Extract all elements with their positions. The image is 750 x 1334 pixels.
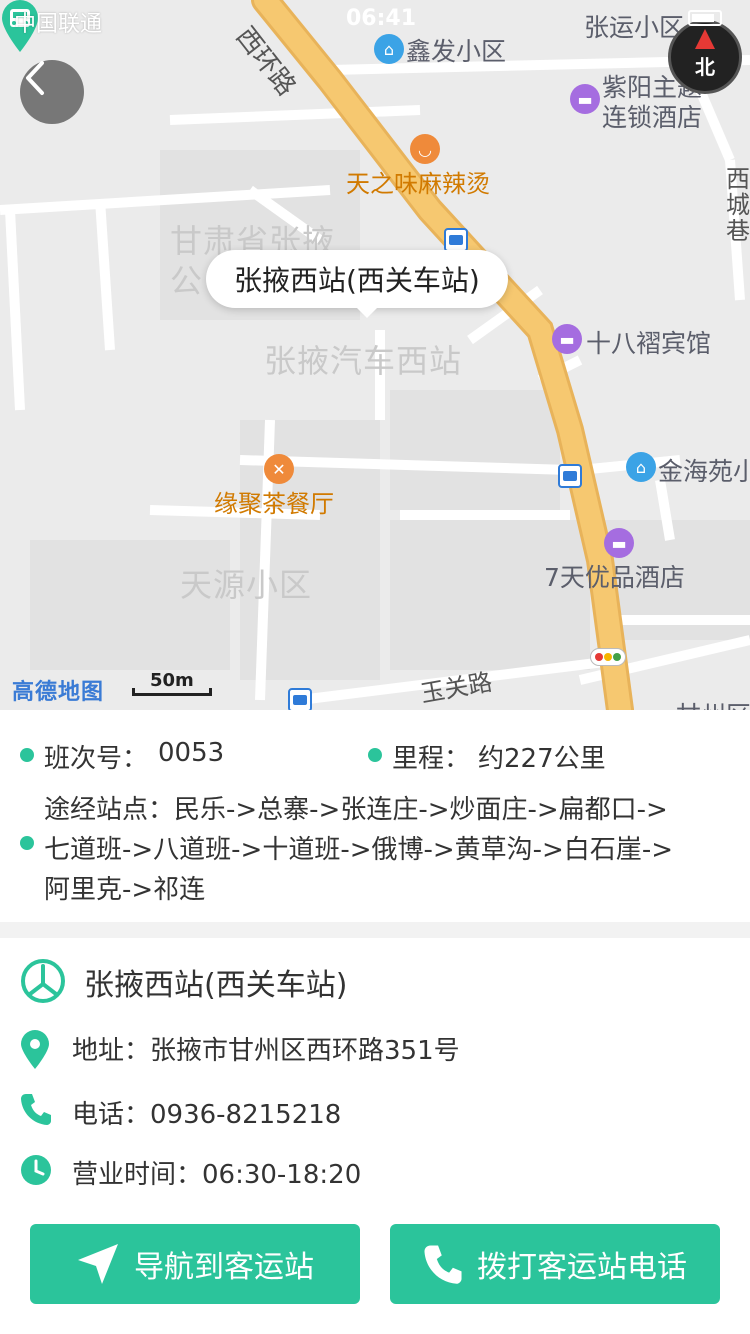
- poi-tianzhiwei[interactable]: 天之味麻辣烫: [346, 164, 490, 199]
- fork-knife-icon: ✕: [264, 454, 294, 484]
- poi-jinhaiyuan[interactable]: 金海苑小: [658, 452, 750, 488]
- route-line-2: 七道班->八道班->十道班->俄博->黄草沟->白石崖->: [44, 835, 674, 865]
- hotel-icon: ▬: [604, 528, 634, 558]
- poi-shibazhe[interactable]: 十八褶宾馆: [586, 324, 711, 360]
- battery-icon: [688, 10, 722, 26]
- hotel-icon: ▬: [552, 324, 582, 354]
- bullet-icon: [20, 748, 34, 762]
- scale-bar: 50m: [132, 670, 214, 698]
- hotel-icon: ▬: [570, 84, 600, 114]
- bus-stop-icon[interactable]: [288, 688, 312, 710]
- clock-icon: [21, 1155, 51, 1185]
- compass-north-label: 北: [695, 54, 715, 79]
- area-label-bus-station: 张掖汽车西站: [264, 342, 463, 380]
- station-address[interactable]: 地址：张掖市甘州区西环路351号: [72, 1030, 460, 1067]
- route-line-3: 阿里克->祁连: [44, 875, 206, 905]
- route-line-1: 途经站点：民乐->总寨->张连庄->炒面庄->扁都口->: [44, 795, 668, 825]
- bullet-icon: [20, 836, 34, 850]
- distance-value: 约227公里: [478, 744, 606, 774]
- phone-icon: [21, 1094, 51, 1125]
- navigate-button[interactable]: 导航到客运站: [30, 1224, 360, 1304]
- station-hours: 营业时间：06:30-18:20: [72, 1160, 362, 1190]
- bus-station-logo-icon: [21, 959, 65, 1003]
- status-time: 06:41: [346, 6, 417, 31]
- chevron-left-icon: [26, 61, 44, 95]
- trip-number-value: 0053: [158, 738, 225, 768]
- station-phone[interactable]: 电话：0936-8215218: [72, 1094, 341, 1131]
- distance-label: 里程：: [392, 744, 471, 774]
- status-bar: 中国联通 06:41: [0, 0, 750, 40]
- poi-yuanju[interactable]: 缘聚茶餐厅: [214, 484, 334, 519]
- area-label-gansu-2: 公: [170, 262, 204, 300]
- location-icon: [21, 1030, 49, 1069]
- road-label-xicheng: 西城巷: [726, 165, 750, 245]
- bullet-icon: [368, 748, 382, 762]
- traffic-light-icon: [590, 648, 626, 666]
- navigate-button-label: 导航到客运站: [134, 1250, 314, 1285]
- station-callout[interactable]: 张掖西站(西关车站): [206, 250, 508, 318]
- station-name: 张掖西站(西关车站): [84, 968, 348, 1003]
- call-button-label: 拨打客运站电话: [477, 1250, 687, 1285]
- route-stops: 途经站点：民乐->总寨->张连庄->炒面庄->扁都口-> 七道班->八道班->十…: [44, 790, 734, 910]
- trip-number-label: 班次号：: [44, 744, 149, 774]
- residential-icon: ⌂: [626, 452, 656, 482]
- restaurant-icon: ◡: [410, 134, 440, 164]
- bus-stop-icon[interactable]: [444, 228, 468, 252]
- trip-info-card: 班次号： 0053 里程： 约227公里 途经站点：民乐->总寨->张连庄->炒…: [0, 710, 750, 922]
- phone-icon: [424, 1245, 462, 1284]
- back-button[interactable]: [20, 60, 84, 124]
- area-label-tianyuan: 天源小区: [180, 566, 313, 604]
- navigation-arrow-icon: [78, 1244, 118, 1284]
- poi-seven-days[interactable]: 7天优品酒店: [544, 558, 685, 594]
- map-view[interactable]: 甘肃省张掖 公 张掖汽车西站 天源小区 西环路 玉关路 西城巷 ⌂ 鑫发小区 张…: [0, 0, 750, 710]
- poi-ziyang-line2[interactable]: 连锁酒店: [602, 98, 702, 134]
- carrier-label: 中国联通: [14, 12, 103, 37]
- bus-stop-icon[interactable]: [558, 464, 582, 488]
- poi-ganzhou-partial[interactable]: 甘州区: [676, 696, 750, 710]
- call-station-button[interactable]: 拨打客运站电话: [390, 1224, 720, 1304]
- amap-logo: 高德地图: [12, 680, 105, 705]
- station-card: 张掖西站(西关车站) 地址：张掖市甘州区西环路351号 电话：0936-8215…: [0, 938, 750, 1334]
